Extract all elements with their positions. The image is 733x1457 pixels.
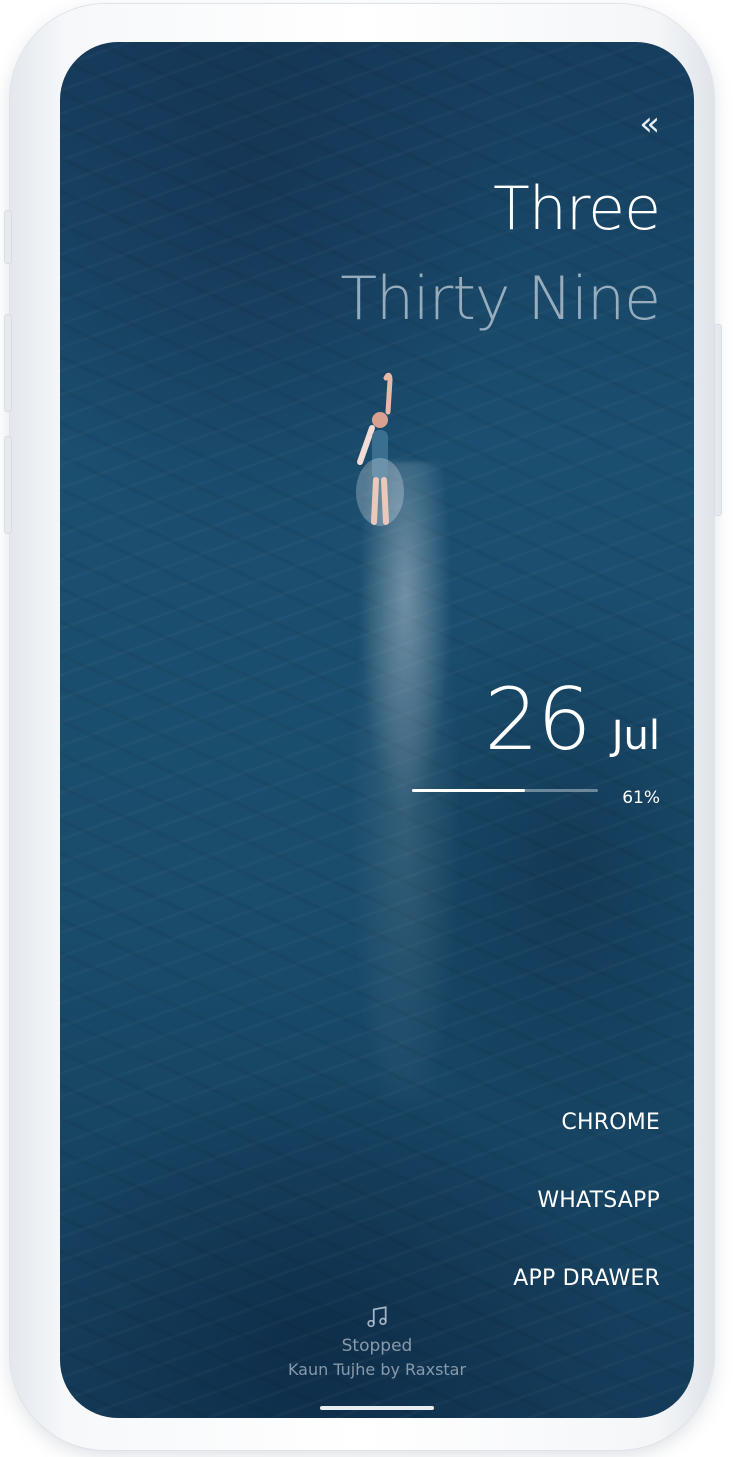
battery-percent-label: 61% <box>622 788 660 808</box>
power-button <box>714 324 722 516</box>
app-link-whatsapp[interactable]: WHATSAPP <box>537 1188 660 1213</box>
volume-down-button <box>4 436 12 534</box>
home-screen: « Three Thirty Nine 26 Jul 61% CHROME WH… <box>60 42 694 1418</box>
app-link-chrome[interactable]: CHROME <box>561 1110 660 1135</box>
side-button <box>4 210 12 264</box>
music-status: Stopped <box>341 1336 413 1356</box>
date-day: 26 <box>484 670 591 770</box>
music-track-title: Kaun Tujhe by Raxstar <box>287 1360 467 1379</box>
double-chevron-left-icon[interactable]: « <box>639 104 660 144</box>
date-display: 26 Jul <box>484 670 660 770</box>
date-month: Jul <box>611 713 660 759</box>
home-indicator[interactable] <box>320 1406 434 1410</box>
swimmer-figure <box>356 372 404 526</box>
music-widget[interactable]: Stopped Kaun Tujhe by Raxstar <box>60 1304 694 1379</box>
phone-frame: « Three Thirty Nine 26 Jul 61% CHROME WH… <box>4 4 722 1450</box>
clock-hour-text: Three <box>493 174 661 244</box>
swimmer-wake <box>310 462 500 1102</box>
battery-progress-fill <box>412 789 526 792</box>
battery-progress-bar <box>412 789 598 792</box>
music-note-icon <box>367 1306 387 1328</box>
app-link-app-drawer[interactable]: APP DRAWER <box>513 1266 660 1291</box>
clock-minute-text: Thirty Nine <box>340 264 661 334</box>
volume-up-button <box>4 314 12 412</box>
